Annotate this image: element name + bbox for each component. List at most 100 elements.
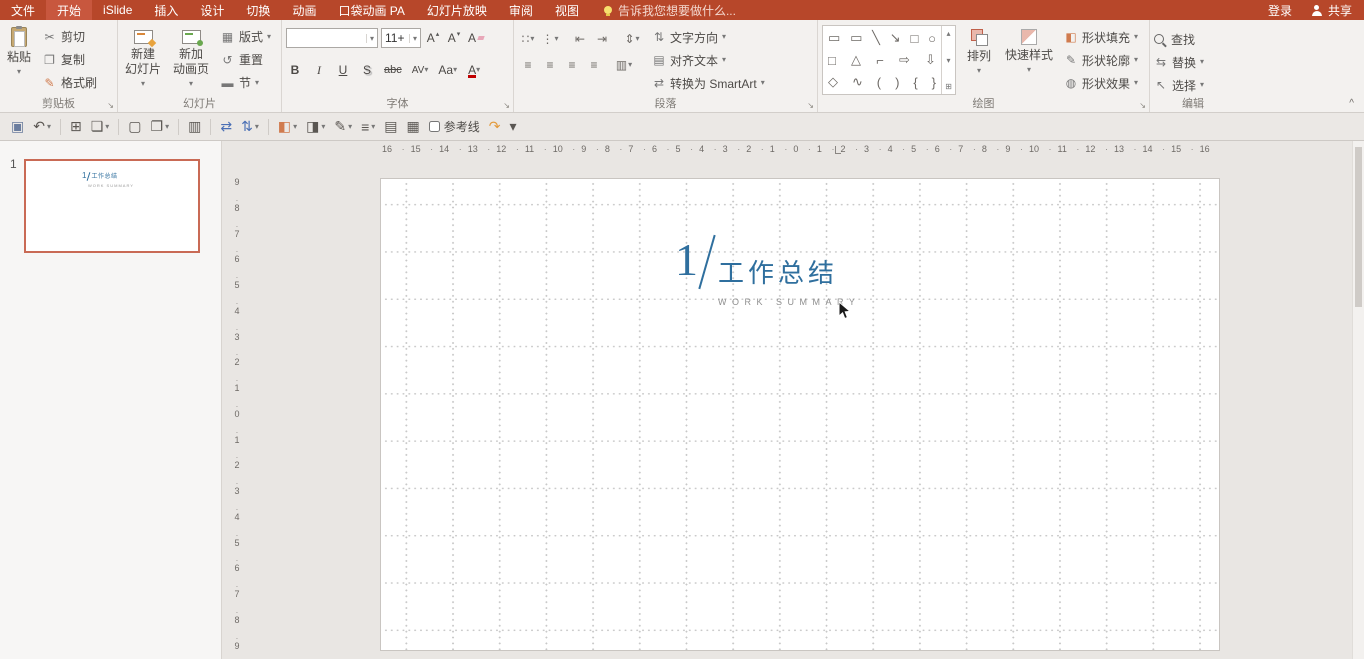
- shape-icon[interactable]: ∿: [852, 74, 863, 90]
- bring-forward-button[interactable]: ⇄: [220, 118, 232, 135]
- slide-thumbnail[interactable]: 1工作总结 WORK SUMMARY: [24, 159, 200, 253]
- cut-button[interactable]: ✂剪切: [40, 25, 99, 48]
- vertical-scrollbar[interactable]: [1352, 141, 1364, 659]
- decrease-font-size-button[interactable]: A▾: [445, 28, 463, 48]
- shape-icon[interactable]: ⇩: [925, 52, 936, 68]
- slide-title-block[interactable]: 1 工作总结 WORK SUMMARY: [675, 237, 860, 307]
- scrollbar-thumb[interactable]: [1355, 147, 1362, 307]
- tab-design[interactable]: 设计: [189, 0, 235, 20]
- more-button[interactable]: ▾: [509, 118, 516, 135]
- shape-outline-button[interactable]: ✎形状轮廓▾: [1064, 48, 1138, 70]
- picture-frame-button[interactable]: ❏▾: [91, 118, 110, 135]
- shape-icon[interactable]: △: [851, 52, 861, 68]
- tab-pocket-animation[interactable]: 口袋动画 PA: [327, 0, 415, 20]
- shape-icon[interactable]: ▭: [828, 30, 840, 46]
- font-size-combobox[interactable]: 11+▾: [381, 28, 421, 48]
- shape-icon[interactable]: ╲: [872, 30, 880, 46]
- shape-icon[interactable]: ): [895, 75, 899, 90]
- redo-button[interactable]: ↷: [489, 118, 501, 135]
- increase-font-size-button[interactable]: A▴: [424, 28, 442, 48]
- shape-icon[interactable]: ▭: [850, 30, 862, 46]
- shape-icon[interactable]: □: [828, 53, 836, 68]
- shape-icon[interactable]: {: [913, 75, 917, 90]
- share-button[interactable]: 共享: [1312, 2, 1352, 19]
- shape-fill-button[interactable]: ◧形状填充▾: [1064, 25, 1138, 47]
- undo-button[interactable]: ↶▾: [33, 118, 51, 135]
- sign-in-button[interactable]: 登录: [1268, 2, 1292, 19]
- shape-icon[interactable]: }: [932, 75, 936, 90]
- decrease-indent-button[interactable]: ⇤: [570, 29, 590, 49]
- crop-button[interactable]: ❐▾: [151, 118, 170, 135]
- new-animation-page-button[interactable]: 新加动画页 ▾: [170, 23, 212, 97]
- align-left-button[interactable]: ≡: [518, 55, 538, 75]
- slide-canvas[interactable]: 1 工作总结 WORK SUMMARY: [380, 178, 1220, 651]
- shape-icon[interactable]: ◇: [828, 74, 838, 90]
- insert-picture-button[interactable]: ⊞: [70, 118, 82, 135]
- shape-icon[interactable]: ○: [928, 31, 936, 46]
- bullets-button[interactable]: ∷▾: [518, 29, 538, 49]
- tab-insert[interactable]: 插入: [143, 0, 189, 20]
- text-shadow-button[interactable]: S: [358, 60, 376, 80]
- vertical-ruler[interactable]: 9876543210123456789: [230, 177, 244, 651]
- save-button[interactable]: ▣: [11, 118, 24, 135]
- copy-button[interactable]: ❐复制: [40, 48, 99, 71]
- reset-button[interactable]: ↺重置: [218, 48, 273, 71]
- guides-toggle[interactable]: 参考线: [429, 118, 480, 135]
- align-text-button[interactable]: ▤对齐文本▾: [652, 48, 765, 70]
- underline-button[interactable]: U: [334, 60, 352, 80]
- shape-icon[interactable]: ↘: [890, 30, 901, 46]
- clipboard-dialog-launcher[interactable]: ↘: [107, 101, 114, 110]
- find-button[interactable]: 查找: [1154, 27, 1232, 49]
- horizontal-ruler[interactable]: 1615141312111098765432101234567891011121…: [382, 144, 1210, 154]
- format-painter-button[interactable]: ✎格式刷: [40, 71, 99, 94]
- align-right-button[interactable]: ≡: [562, 55, 582, 75]
- numbering-button[interactable]: ⋮▾: [540, 29, 560, 49]
- change-case-button[interactable]: Aa▾: [436, 60, 459, 80]
- tab-islide[interactable]: iSlide: [92, 0, 143, 20]
- bold-button[interactable]: B: [286, 60, 304, 80]
- character-spacing-button[interactable]: AV▾: [410, 60, 431, 80]
- shape-icon[interactable]: (: [877, 75, 881, 90]
- font-name-combobox[interactable]: ▾: [286, 28, 378, 48]
- tab-review[interactable]: 审阅: [498, 0, 544, 20]
- gallery-scroll-down-button[interactable]: ▾: [946, 56, 950, 65]
- dashed-frame-button[interactable]: ▢: [128, 118, 141, 135]
- justify-button[interactable]: ≡: [584, 55, 604, 75]
- outline-color-button[interactable]: ◨▾: [306, 118, 325, 135]
- pen-button[interactable]: ✎▾: [334, 118, 352, 135]
- increase-indent-button[interactable]: ⇥: [592, 29, 612, 49]
- quick-styles-button[interactable]: 快速样式 ▾: [1002, 23, 1056, 97]
- gallery-more-button[interactable]: ⊞: [945, 82, 952, 91]
- italic-button[interactable]: I: [310, 60, 328, 80]
- tab-transitions[interactable]: 切换: [235, 0, 281, 20]
- arrange-button[interactable]: 排列 ▾: [964, 23, 994, 97]
- pattern-button[interactable]: ▤: [384, 118, 397, 135]
- line-spacing-button[interactable]: ⇕▾: [622, 29, 642, 49]
- tab-view[interactable]: 视图: [544, 0, 590, 20]
- shape-icon[interactable]: ⇨: [899, 52, 910, 68]
- tab-home[interactable]: 开始: [46, 0, 92, 20]
- align-objects-button[interactable]: ▥: [188, 118, 201, 135]
- shape-effects-button[interactable]: ◍形状效果▾: [1064, 71, 1138, 93]
- columns-button[interactable]: ▥▾: [614, 55, 634, 75]
- replace-button[interactable]: ⇆替换▾: [1154, 50, 1232, 72]
- send-backward-button[interactable]: ⇅▾: [241, 118, 259, 135]
- clear-formatting-button[interactable]: A: [466, 28, 486, 48]
- tab-slideshow[interactable]: 幻灯片放映: [416, 0, 498, 20]
- text-direction-button[interactable]: ⇅文字方向▾: [652, 25, 765, 47]
- font-color-button[interactable]: A▾: [465, 60, 483, 80]
- tell-me-box[interactable]: 告诉我您想要做什么...: [604, 0, 736, 20]
- gallery-scroll-up-button[interactable]: ▴: [946, 29, 950, 38]
- shape-icon[interactable]: □: [910, 31, 918, 46]
- layout-button[interactable]: ▦版式▾: [218, 25, 273, 48]
- select-button[interactable]: ↖选择▾: [1154, 73, 1232, 95]
- strikethrough-button[interactable]: abc: [382, 60, 404, 80]
- align-center-button[interactable]: ≡: [540, 55, 560, 75]
- convert-to-smartart-button[interactable]: ⇄转换为 SmartArt▾: [652, 71, 765, 93]
- guides-checkbox[interactable]: [429, 121, 440, 132]
- section-button[interactable]: ▬节▾: [218, 71, 273, 94]
- collapse-ribbon-button[interactable]: ^: [1349, 98, 1354, 109]
- tab-file[interactable]: 文件: [0, 0, 46, 20]
- line-style-button[interactable]: ≡▾: [361, 119, 375, 135]
- ruler-indent-marker[interactable]: [835, 146, 841, 154]
